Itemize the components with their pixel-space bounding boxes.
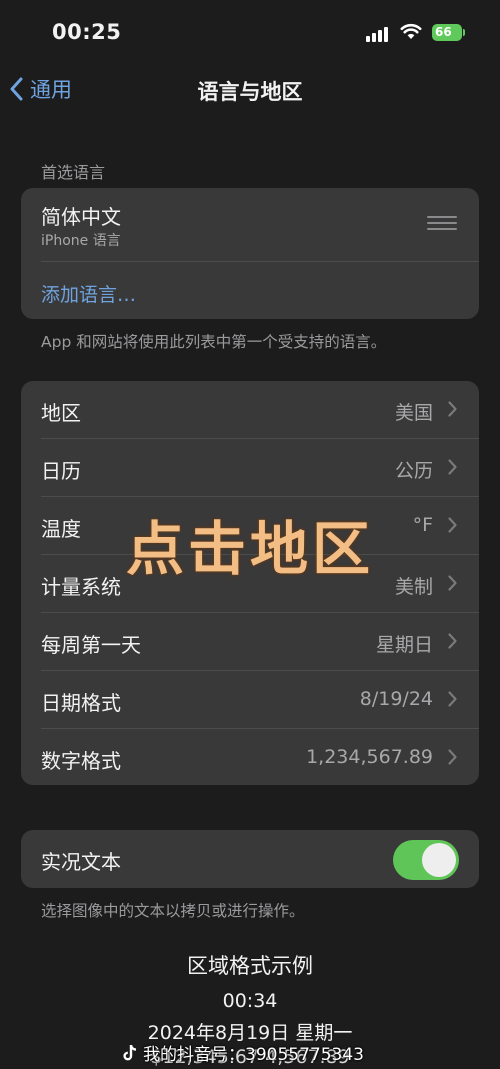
row-value: 8/19/24 [359, 688, 433, 710]
tiktok-logo-icon [123, 1044, 137, 1060]
language-row[interactable]: 简体中文 iPhone 语言 [21, 188, 479, 261]
row-calendar[interactable]: 日历 公历 [21, 439, 479, 497]
row-value: 美制 [394, 576, 433, 598]
row-value: 美国 [394, 402, 433, 424]
chevron-right-icon [448, 459, 457, 475]
row-label: 实况文本 [41, 850, 121, 874]
live-text-toggle[interactable] [393, 840, 459, 880]
chevron-right-icon [448, 517, 457, 533]
row-label: 数字格式 [41, 749, 121, 773]
chevron-right-icon [448, 691, 457, 707]
languages-footnote: App 和网站将使用此列表中第一个受支持的语言。 [41, 333, 387, 351]
divider [41, 261, 479, 262]
live-text-group: 实况文本 [21, 830, 479, 888]
row-date-format[interactable]: 日期格式 8/19/24 [21, 671, 479, 729]
reorder-handle-icon[interactable] [427, 216, 457, 230]
watermark-text: 我的抖音号：39055775343 [143, 1045, 364, 1065]
row-value: 公历 [394, 460, 433, 482]
cellular-signal-icon [366, 26, 392, 42]
row-label: 计量系统 [41, 575, 121, 599]
row-label: 地区 [41, 401, 81, 425]
language-subtitle: iPhone 语言 [41, 233, 121, 249]
row-measurement-system[interactable]: 计量系统 美制 [21, 555, 479, 613]
add-language-button[interactable]: 添加语言… [41, 280, 136, 307]
toggle-knob [422, 843, 456, 877]
row-region[interactable]: 地区 美国 [21, 381, 479, 439]
row-value: 1,234,567.89 [306, 746, 433, 768]
battery-level: 66 [435, 25, 452, 39]
format-example-time: 00:34 [222, 990, 278, 1012]
status-time: 00:25 [52, 20, 122, 44]
watermark: 我的抖音号：39055775343 [122, 1040, 364, 1065]
row-label: 每周第一天 [41, 633, 141, 657]
row-temperature[interactable]: 温度 °F [21, 497, 479, 555]
wifi-icon [400, 22, 422, 40]
chevron-right-icon [448, 749, 457, 765]
row-value: °F [412, 514, 433, 536]
chevron-right-icon [448, 633, 457, 649]
row-number-format[interactable]: 数字格式 1,234,567.89 [21, 729, 479, 787]
row-label: 日历 [41, 459, 81, 483]
chevron-right-icon [448, 401, 457, 417]
language-name: 简体中文 [41, 205, 121, 229]
preferred-languages-group: 简体中文 iPhone 语言 添加语言… [21, 188, 479, 319]
chevron-right-icon [448, 575, 457, 591]
live-text-footnote: 选择图像中的文本以拷贝或进行操作。 [41, 902, 305, 920]
preferred-languages-label: 首选语言 [41, 163, 106, 182]
row-label: 温度 [41, 517, 81, 541]
row-first-day-of-week[interactable]: 每周第一天 星期日 [21, 613, 479, 671]
row-live-text: 实况文本 [21, 830, 479, 888]
format-example-title: 区域格式示例 [187, 954, 313, 978]
battery-icon: 66 [432, 24, 462, 41]
page-title: 语言与地区 [197, 80, 303, 104]
row-value: 星期日 [375, 634, 433, 656]
battery-tip [463, 29, 465, 36]
row-label: 日期格式 [41, 691, 121, 715]
region-settings-group: 地区 美国 日历 公历 温度 °F 计量系统 美制 每周第一天 星期日 日期格式… [21, 381, 479, 785]
